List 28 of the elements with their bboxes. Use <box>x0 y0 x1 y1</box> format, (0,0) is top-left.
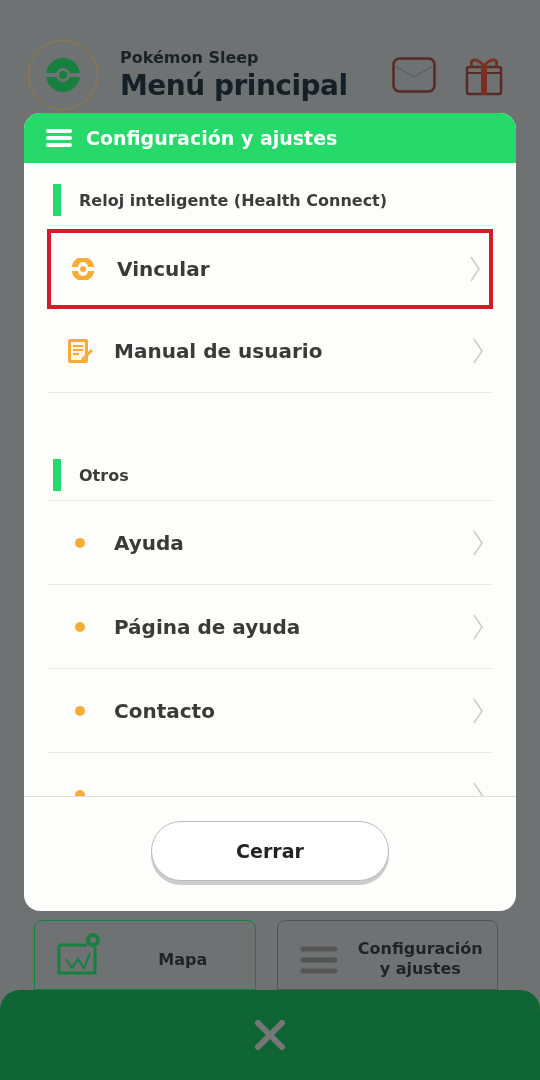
section-marker <box>53 184 61 216</box>
menu-icon[interactable] <box>46 128 72 148</box>
menu-item[interactable]: Página de ayuda <box>48 585 492 669</box>
menu-icon <box>299 945 338 975</box>
dialog-title: Configuración y ajustes <box>86 127 338 149</box>
mail-icon[interactable] <box>392 57 436 93</box>
menu-item[interactable]: Ayuda <box>48 501 492 585</box>
chevron-icon <box>469 255 481 283</box>
section-marker <box>53 459 61 491</box>
page-title: Menú principal <box>120 69 349 102</box>
chevron-icon <box>472 336 484 365</box>
section-title: Reloj inteligente (Health Connect) <box>79 190 388 210</box>
menu-item[interactable]: Manual de usuario <box>48 309 492 393</box>
bullet-dot <box>75 789 85 796</box>
chevron-icon <box>472 696 484 725</box>
section-title: Otros <box>79 465 129 485</box>
document-edit-icon <box>66 336 94 365</box>
link-icon <box>69 258 97 280</box>
bullet-dot <box>75 705 85 716</box>
bullet-dot <box>75 537 85 548</box>
app-name: Pokémon Sleep <box>120 48 260 67</box>
chevron-icon <box>472 528 484 557</box>
ball-icon <box>45 57 81 93</box>
menu-item[interactable]: Contacto <box>48 669 492 753</box>
chevron-icon <box>472 612 484 641</box>
bullet-dot <box>75 621 85 632</box>
close-icon[interactable] <box>255 1020 285 1050</box>
menu-item[interactable]: Vincular <box>47 229 493 309</box>
